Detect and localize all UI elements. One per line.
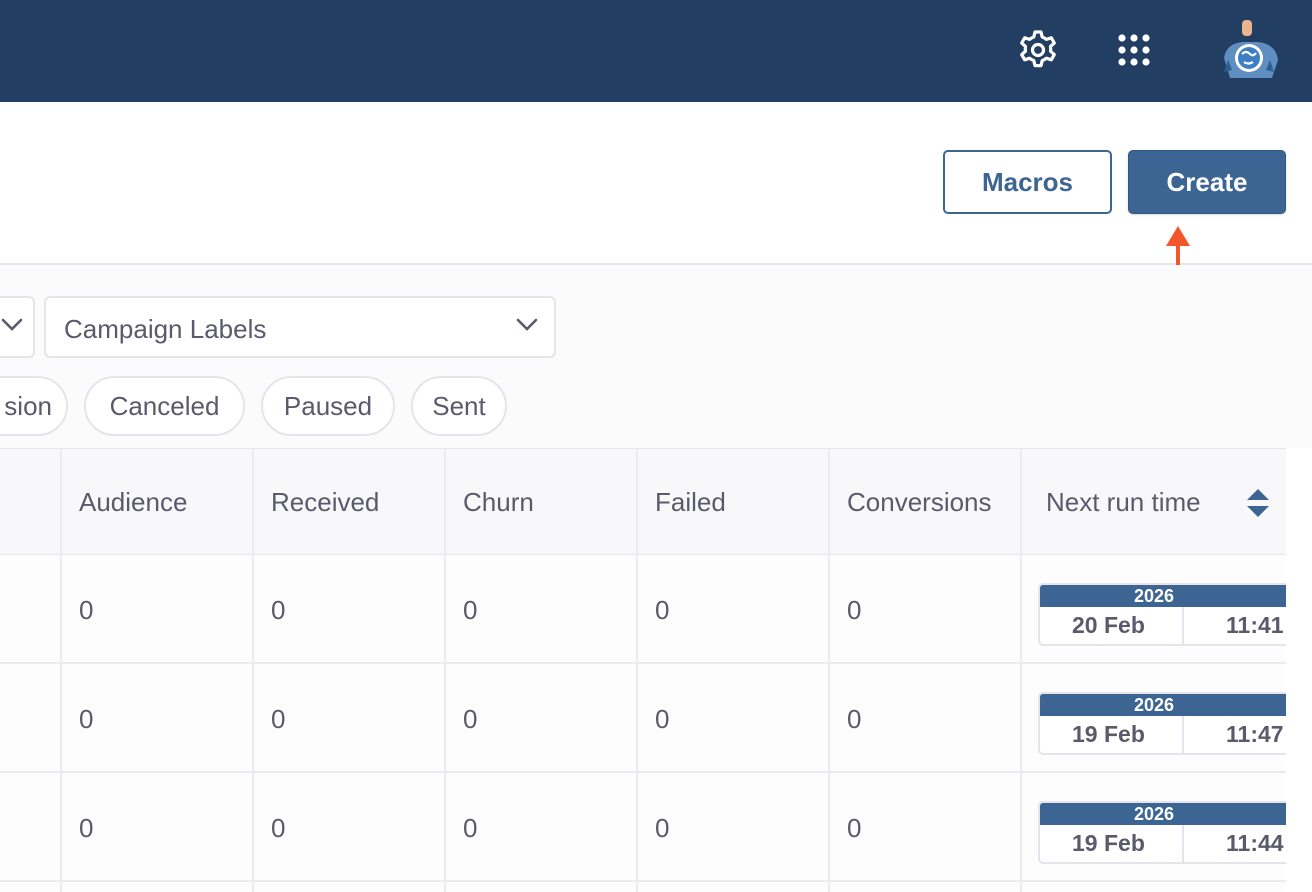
status-dropdown[interactable]	[0, 296, 35, 358]
column-divider	[636, 448, 638, 892]
cell-conversions: 0	[847, 813, 862, 843]
datetime-time: 11:47	[1226, 721, 1284, 747]
campaigns-table: Audience Received Churn Failed Conversio…	[0, 448, 1286, 892]
filter-chip-sent[interactable]: Sent	[411, 376, 507, 436]
cell-received: 0	[271, 813, 286, 843]
column-header-failed[interactable]: Failed	[655, 487, 726, 518]
cell-audience: 0	[79, 813, 94, 843]
datetime-date: 19 Feb	[1072, 721, 1145, 747]
gear-icon[interactable]	[1016, 28, 1060, 72]
column-divider	[444, 448, 446, 892]
cell-churn: 0	[463, 595, 478, 625]
table-row[interactable]: 0 0 0 0 0 2026 20 Feb 11:41	[0, 555, 1286, 664]
column-header-received[interactable]: Received	[271, 487, 379, 518]
table-row[interactable]: 0 0 0 0 0 2026 19 Feb 11:44	[0, 773, 1286, 882]
create-button[interactable]: Create	[1128, 150, 1286, 214]
cell-received: 0	[271, 704, 286, 734]
column-divider	[1020, 448, 1022, 892]
filter-chip-paused[interactable]: Paused	[261, 376, 395, 436]
column-header-audience[interactable]: Audience	[79, 487, 187, 518]
filters-area: Campaign Labels sion Canceled Paused Sen…	[0, 265, 1312, 448]
datetime-date: 19 Feb	[1072, 830, 1145, 856]
avatar[interactable]	[1214, 16, 1284, 86]
column-divider	[60, 448, 62, 892]
campaign-labels-dropdown[interactable]: Campaign Labels	[44, 296, 556, 358]
chevron-down-icon	[1, 318, 23, 331]
cell-received: 0	[271, 595, 286, 625]
next-run-datetime: 2026 19 Feb 11:47	[1038, 692, 1286, 755]
datetime-divider	[1182, 825, 1184, 862]
datetime-time: 11:44	[1226, 830, 1284, 856]
filter-chip-partial[interactable]: sion	[0, 376, 68, 436]
datetime-date: 20 Feb	[1072, 612, 1145, 638]
filter-chip-canceled[interactable]: Canceled	[84, 376, 245, 436]
column-header-next-run-time[interactable]: Next run time	[1046, 487, 1201, 518]
cell-conversions: 0	[847, 595, 862, 625]
table-row[interactable]: 0 0 0 0 0 2026 19 Feb 11:47	[0, 664, 1286, 773]
table-header: Audience Received Churn Failed Conversio…	[0, 448, 1286, 555]
cell-failed: 0	[655, 595, 670, 625]
column-header-churn[interactable]: Churn	[463, 487, 534, 518]
cell-failed: 0	[655, 813, 670, 843]
datetime-divider	[1182, 716, 1184, 753]
apps-grid-icon[interactable]	[1114, 30, 1154, 70]
cell-audience: 0	[79, 704, 94, 734]
datetime-year: 2026	[1040, 585, 1286, 607]
datetime-year: 2026	[1040, 694, 1286, 716]
cell-failed: 0	[655, 704, 670, 734]
next-run-datetime: 2026 20 Feb 11:41	[1038, 583, 1286, 646]
column-divider	[252, 448, 254, 892]
column-header-conversions[interactable]: Conversions	[847, 487, 992, 518]
chevron-down-icon	[516, 318, 538, 331]
datetime-time: 11:41	[1226, 612, 1284, 638]
next-run-datetime: 2026 19 Feb 11:44	[1038, 801, 1286, 864]
dropdown-label: Campaign Labels	[64, 314, 267, 344]
column-divider	[828, 448, 830, 892]
cell-churn: 0	[463, 704, 478, 734]
cell-churn: 0	[463, 813, 478, 843]
top-navigation-bar	[0, 0, 1312, 102]
cell-conversions: 0	[847, 704, 862, 734]
datetime-divider	[1182, 607, 1184, 644]
macros-button[interactable]: Macros	[943, 150, 1112, 214]
cell-audience: 0	[79, 595, 94, 625]
sort-icon[interactable]	[1244, 487, 1272, 519]
page-header: Macros Create	[0, 102, 1312, 265]
datetime-year: 2026	[1040, 803, 1286, 825]
